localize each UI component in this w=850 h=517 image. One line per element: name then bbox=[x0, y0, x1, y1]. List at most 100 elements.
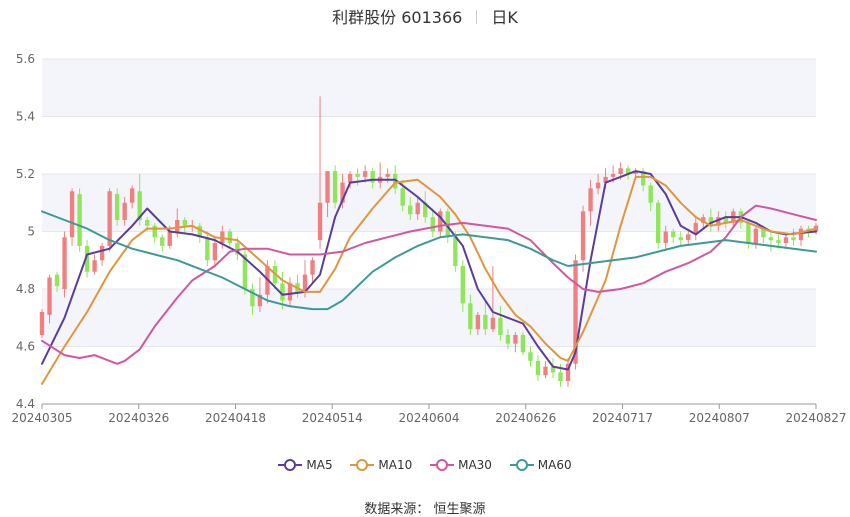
legend-label-ma5: MA5 bbox=[306, 458, 333, 472]
candle[interactable] bbox=[528, 346, 533, 367]
candle-body bbox=[62, 237, 67, 289]
candle[interactable] bbox=[152, 222, 157, 243]
legend-marker-ma10 bbox=[350, 459, 375, 471]
candle-body bbox=[385, 174, 390, 177]
x-tick-label: 20240305 bbox=[11, 411, 72, 425]
candle-body bbox=[460, 266, 465, 304]
candle[interactable] bbox=[565, 358, 571, 387]
plot-band bbox=[42, 174, 816, 232]
candle[interactable] bbox=[332, 165, 338, 209]
candle[interactable] bbox=[310, 257, 315, 284]
candle-body bbox=[347, 174, 353, 183]
candle[interactable] bbox=[550, 358, 556, 379]
candle-body bbox=[175, 220, 180, 232]
candle-body bbox=[212, 243, 218, 261]
candle[interactable] bbox=[69, 188, 75, 246]
candle-body bbox=[580, 211, 586, 261]
x-tick-label: 20240827 bbox=[785, 411, 846, 425]
candle[interactable] bbox=[520, 332, 526, 356]
candle-body bbox=[798, 228, 804, 241]
candle-body bbox=[618, 168, 623, 174]
candle-body bbox=[648, 185, 653, 203]
candle-body bbox=[513, 335, 518, 344]
plot-band bbox=[42, 59, 816, 117]
candle-body bbox=[415, 202, 420, 215]
candle-body bbox=[408, 205, 413, 215]
y-tick-label: 5.4 bbox=[16, 110, 35, 124]
candle-body bbox=[227, 231, 233, 243]
candle-body bbox=[129, 188, 135, 203]
x-tick-label: 20240604 bbox=[398, 411, 459, 425]
candle[interactable] bbox=[197, 222, 202, 243]
candle[interactable] bbox=[543, 360, 548, 379]
x-tick-label: 20240514 bbox=[302, 411, 363, 425]
legend-item-ma30[interactable]: MA30 bbox=[430, 458, 492, 472]
candle-body bbox=[77, 194, 82, 246]
x-tick-label: 20240717 bbox=[592, 411, 653, 425]
candle[interactable] bbox=[62, 231, 67, 298]
candle[interactable] bbox=[753, 225, 759, 249]
legend-item-ma60[interactable]: MA60 bbox=[509, 458, 572, 472]
y-tick-label: 4.6 bbox=[16, 340, 35, 354]
candle-body bbox=[468, 303, 473, 330]
legend-marker-ma5 bbox=[278, 459, 303, 471]
candle-body bbox=[768, 237, 774, 241]
candle[interactable] bbox=[160, 234, 165, 252]
candle-body bbox=[400, 188, 405, 206]
candle-body bbox=[520, 335, 526, 353]
y-tick-label: 5.6 bbox=[16, 52, 35, 66]
candle-body bbox=[362, 171, 368, 177]
candle-body bbox=[145, 220, 150, 226]
legend-marker-ma60 bbox=[509, 459, 534, 471]
candle[interactable] bbox=[656, 199, 661, 249]
candle-body bbox=[656, 202, 661, 243]
candle-body bbox=[776, 240, 781, 243]
candle[interactable] bbox=[77, 188, 82, 252]
x-tick-label: 20240326 bbox=[108, 411, 169, 425]
candle-body bbox=[122, 202, 127, 220]
legend-label-ma10: MA10 bbox=[378, 458, 413, 472]
candle-body bbox=[39, 312, 45, 335]
candle[interactable] bbox=[798, 225, 804, 246]
candle[interactable] bbox=[678, 231, 683, 246]
candle[interactable] bbox=[99, 243, 105, 266]
candle[interactable] bbox=[438, 208, 443, 238]
y-tick-label: 5 bbox=[27, 225, 35, 239]
candle[interactable] bbox=[768, 231, 774, 252]
candle-body bbox=[430, 217, 435, 232]
candle[interactable] bbox=[535, 355, 541, 381]
candle-body bbox=[686, 234, 691, 241]
candle[interactable] bbox=[686, 231, 691, 246]
legend: MA5 MA10 MA30 MA60 bbox=[0, 458, 850, 472]
candle-body bbox=[610, 174, 616, 177]
candle-body bbox=[746, 222, 751, 243]
candle-body bbox=[498, 317, 503, 335]
candle-body bbox=[783, 237, 789, 243]
candle-body bbox=[47, 277, 52, 315]
candle[interactable] bbox=[39, 309, 45, 338]
candle-body bbox=[663, 231, 668, 243]
x-tick-label: 20240418 bbox=[205, 411, 266, 425]
candle-body bbox=[671, 231, 676, 238]
legend-label-ma30: MA30 bbox=[458, 458, 492, 472]
legend-item-ma5[interactable]: MA5 bbox=[278, 458, 333, 472]
candle[interactable] bbox=[513, 332, 518, 353]
legend-item-ma10[interactable]: MA10 bbox=[350, 458, 412, 472]
candle[interactable] bbox=[107, 188, 112, 252]
legend-label-ma60: MA60 bbox=[537, 458, 572, 472]
candle[interactable] bbox=[205, 231, 210, 267]
y-tick-label: 5.2 bbox=[16, 167, 35, 181]
y-tick-label: 4.4 bbox=[16, 397, 35, 411]
candle-body bbox=[325, 171, 330, 203]
candle-body bbox=[490, 317, 496, 330]
candle[interactable] bbox=[580, 205, 586, 272]
candle-body bbox=[453, 237, 458, 266]
candle[interactable] bbox=[92, 254, 97, 275]
candle-body bbox=[483, 314, 488, 330]
candle-body bbox=[69, 191, 75, 238]
candlestick-chart[interactable]: 4.44.64.855.25.45.6 20240305 20240326 2024… bbox=[0, 0, 850, 450]
candle-body bbox=[753, 228, 759, 243]
candle[interactable] bbox=[317, 96, 323, 249]
candle-body bbox=[107, 191, 112, 246]
candle-body bbox=[475, 314, 481, 330]
